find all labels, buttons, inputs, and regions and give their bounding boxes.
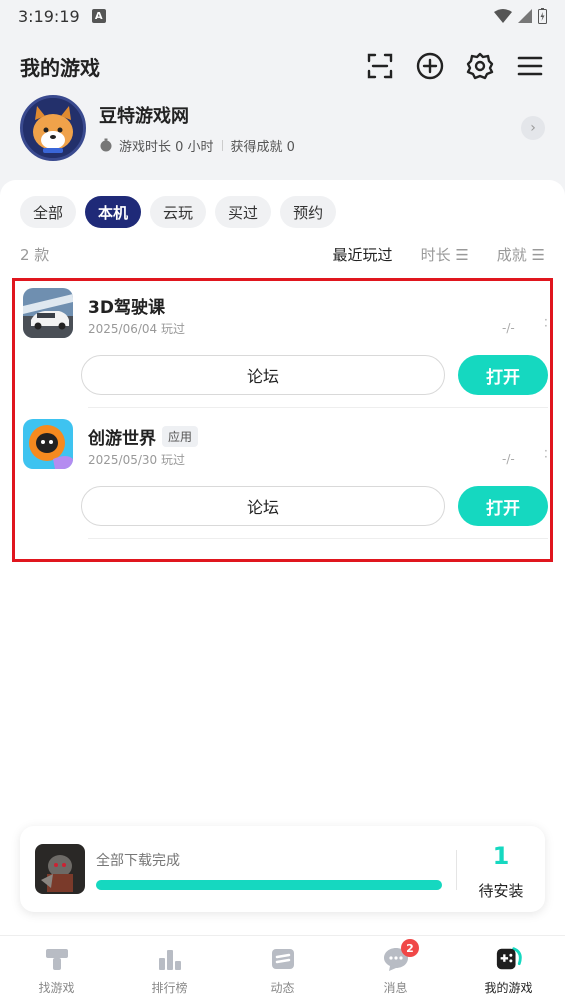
game-icon-chuangyou[interactable]	[23, 419, 73, 469]
download-status-card[interactable]: 全部下载完成 1 待安装	[20, 826, 545, 912]
app-tag: 应用	[162, 426, 199, 447]
download-progress-fill	[96, 880, 442, 890]
last-played: 2025/06/04 玩过	[88, 322, 185, 336]
nav-messages[interactable]: 2 消息	[339, 936, 452, 1004]
open-button[interactable]: 打开	[458, 486, 548, 526]
pending-install-label[interactable]: 待安装	[457, 880, 545, 901]
unread-badge: 2	[401, 939, 419, 957]
nav-label: 我的游戏	[484, 980, 533, 995]
game-stat: -/-	[502, 452, 515, 466]
bottom-nav: 找游戏 排行榜 动态 2 消息 我的游戏	[0, 935, 565, 1004]
list-item[interactable]: 创游世界 应用 2025/05/30 玩过 -/- · · 论坛 打开	[20, 414, 548, 544]
notification-a-icon: A	[91, 9, 106, 23]
status-indicators	[494, 8, 547, 24]
game-name: 3D驾驶课	[88, 298, 165, 318]
list-item[interactable]: 3D驾驶课 2025/06/04 玩过 -/- · · 论坛 打开	[20, 283, 548, 413]
sort-recent[interactable]: 最近玩过	[333, 244, 393, 265]
download-game-icon	[35, 844, 85, 894]
download-status-text: 全部下载完成	[96, 853, 180, 869]
game-stat: -/-	[502, 321, 515, 335]
download-progress-bar	[96, 880, 442, 890]
sort-duration[interactable]: 时长 ☰	[421, 244, 469, 265]
chip-reserved[interactable]: 预约	[280, 196, 337, 228]
more-options-icon[interactable]: · ·	[544, 314, 548, 332]
last-played: 2025/05/30 玩过	[88, 453, 185, 467]
page-title: 我的游戏	[20, 55, 100, 80]
settings-gear-icon[interactable]	[465, 51, 495, 81]
battery-icon	[538, 8, 547, 24]
forum-button[interactable]: 论坛	[81, 486, 445, 526]
chip-all[interactable]: 全部	[20, 196, 77, 228]
signal-icon	[518, 9, 532, 23]
game-icon-driving[interactable]	[23, 288, 73, 338]
play-time: 游戏时长 0 小时	[119, 139, 214, 155]
chip-cloud[interactable]: 云玩	[150, 196, 207, 228]
chip-local[interactable]: 本机	[85, 196, 142, 228]
nav-label: 排行榜	[151, 980, 188, 995]
open-button[interactable]: 打开	[458, 355, 548, 395]
chip-purchased[interactable]: 买过	[215, 196, 272, 228]
game-count: 2 款	[20, 245, 50, 264]
menu-hamburger-icon[interactable]	[515, 51, 545, 81]
add-game-icon[interactable]	[415, 51, 445, 81]
profile-card[interactable]: 豆特游戏网 游戏时长 0 小时 获得成就 0 ›	[0, 94, 565, 162]
nav-ranking[interactable]: 排行榜	[113, 936, 226, 1004]
wifi-icon	[494, 9, 512, 23]
sort-achievements[interactable]: 成就 ☰	[497, 244, 545, 265]
profile-name: 豆特游戏网	[99, 105, 189, 127]
sort-row: 2 款 最近玩过 时长 ☰ 成就 ☰	[20, 244, 545, 264]
divider	[88, 407, 548, 408]
games-panel: 全部 本机 云玩 买过 预约 2 款 最近玩过 时长 ☰ 成就 ☰ 3D驾驶课 …	[0, 180, 565, 935]
nav-label: 动态	[270, 980, 295, 995]
gamepad-icon	[495, 945, 523, 973]
forum-button[interactable]: 论坛	[81, 355, 445, 395]
nav-label: 消息	[383, 980, 408, 995]
nav-find-games[interactable]: 找游戏	[0, 936, 113, 1004]
nav-feed[interactable]: 动态	[226, 936, 339, 1004]
scan-icon[interactable]	[365, 51, 395, 81]
hammer-icon	[43, 945, 71, 973]
page-header: 我的游戏	[0, 44, 565, 88]
more-options-icon[interactable]: · ·	[544, 445, 548, 463]
game-list: 3D驾驶课 2025/06/04 玩过 -/- · · 论坛 打开 创游世界 应…	[12, 278, 553, 562]
chevron-right-icon[interactable]: ›	[521, 116, 545, 140]
timer-icon	[100, 138, 112, 152]
avatar[interactable]	[20, 95, 86, 161]
feed-icon	[269, 945, 297, 973]
nav-my-games[interactable]: 我的游戏	[452, 936, 565, 1004]
game-name: 创游世界	[88, 429, 156, 449]
ranking-icon	[156, 945, 184, 973]
nav-label: 找游戏	[38, 980, 75, 995]
filter-chips: 全部 本机 云玩 买过 预约	[20, 196, 337, 228]
achievements-count: 获得成就 0	[230, 139, 295, 155]
pending-install-count[interactable]: 1	[457, 842, 545, 870]
stats-divider	[221, 139, 223, 151]
status-bar: 3:19:19 A	[0, 0, 565, 32]
status-time: 3:19:19	[18, 6, 80, 26]
divider	[88, 538, 548, 539]
